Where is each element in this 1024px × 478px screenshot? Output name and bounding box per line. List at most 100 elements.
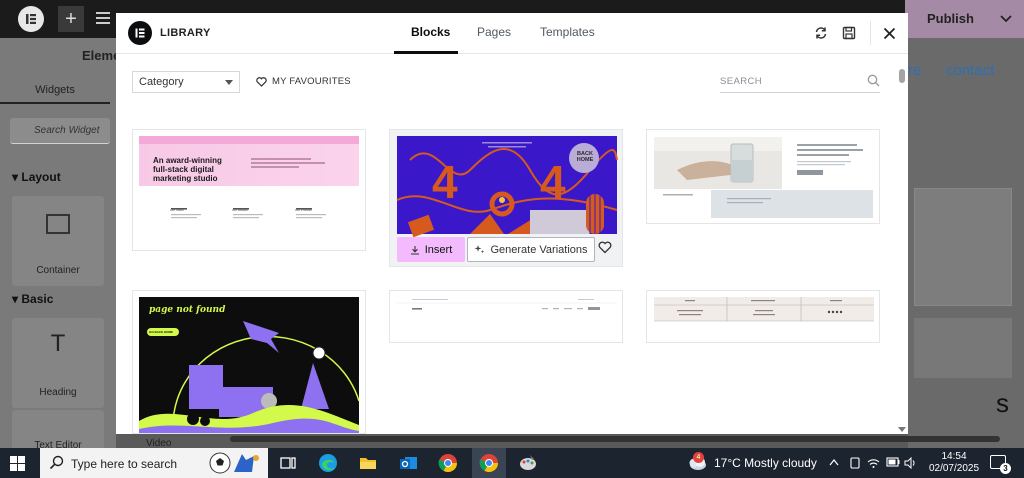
widget-container[interactable]: Container <box>12 196 104 286</box>
block-preview-water <box>654 137 873 218</box>
notification-center-icon[interactable]: 3 <box>990 455 1011 474</box>
weather-text: 17°C Mostly cloudy <box>714 456 817 470</box>
taskbar-search-box[interactable]: Type here to search <box>40 448 268 478</box>
chevron-down-icon <box>225 80 233 85</box>
block-card-footer-columns[interactable] <box>646 290 880 343</box>
tab-templates[interactable]: Templates <box>540 25 595 39</box>
go-back-home-mini-button: GO BACK HOME <box>149 330 173 334</box>
elementor-logo-icon[interactable] <box>18 6 44 32</box>
page-not-found-title: page not found <box>149 305 226 315</box>
canvas-heading-text: s <box>996 388 1009 418</box>
paint-palette-icon[interactable] <box>518 453 538 473</box>
insert-label: Insert <box>424 243 453 256</box>
header-divider <box>870 21 871 45</box>
panel-title: Eleme <box>82 48 121 63</box>
meet-now-icon[interactable] <box>849 457 861 472</box>
section-layout-heading[interactable]: ▾ Layout <box>12 170 61 184</box>
chevron-down-icon[interactable] <box>1000 0 1012 38</box>
widget-heading[interactable]: T Heading <box>12 318 104 408</box>
canvas-section-box <box>914 188 1012 306</box>
canvas-section-box-2 <box>914 318 1012 378</box>
marketing-col-2: Our Mission <box>232 208 249 212</box>
section-basic-heading[interactable]: ▾ Basic <box>12 292 53 306</box>
publish-label: Publish <box>927 11 974 26</box>
my-favourites-label: MY FAVOURITES <box>272 76 351 87</box>
canvas-horizontal-scrollbar[interactable] <box>230 436 1000 442</box>
clock-date: 02/07/2025 <box>928 463 980 474</box>
sync-icon[interactable] <box>812 24 830 42</box>
windows-taskbar: Type here to search 17°C Mostly cloudy 4… <box>0 448 1024 478</box>
active-tab-indicator <box>394 51 458 54</box>
canvas-nav-link: re <box>908 62 922 79</box>
tab-pages[interactable]: Pages <box>477 25 511 39</box>
canvas-nav-contact: contact <box>946 62 995 79</box>
battery-icon[interactable] <box>886 457 900 470</box>
elementor-logo-icon <box>128 21 152 45</box>
tab-widgets[interactable]: Widgets <box>0 78 110 104</box>
tab-blocks[interactable]: Blocks <box>411 25 450 39</box>
settings-sliders-icon[interactable] <box>96 12 110 26</box>
add-element-icon[interactable]: + <box>58 6 84 32</box>
block-preview-marketing <box>139 136 359 219</box>
insert-button[interactable]: Insert <box>397 237 465 262</box>
category-select[interactable]: Category <box>132 71 240 93</box>
block-card-header-nav[interactable] <box>389 290 623 343</box>
outlook-icon[interactable] <box>398 453 418 473</box>
library-title: LIBRARY <box>160 27 211 39</box>
scroll-down-arrow-icon[interactable] <box>898 427 906 432</box>
heart-icon <box>256 76 267 87</box>
marketing-col-1: Our Vision <box>170 208 184 212</box>
favourite-heart-icon[interactable] <box>598 241 612 259</box>
weather-badge: 4 <box>693 452 704 463</box>
heading-t-icon: T <box>50 330 66 357</box>
block-preview-footer <box>654 297 874 322</box>
close-icon[interactable] <box>880 24 898 42</box>
marketing-col-3: Our Process <box>295 208 312 212</box>
windows-start-icon[interactable] <box>10 456 25 471</box>
download-icon <box>410 245 419 255</box>
taskbar-clock[interactable]: 14:54 02/07/2025 <box>924 451 984 475</box>
library-modal: LIBRARY Blocks Pages Templates Category … <box>116 13 908 434</box>
my-favourites-filter[interactable]: MY FAVOURITES <box>256 76 351 87</box>
library-search-input[interactable]: SEARCH <box>720 73 880 93</box>
widget-container-label: Container <box>36 265 80 276</box>
svg-text:4: 4 <box>432 156 458 208</box>
widget-search-input[interactable]: Search Widget <box>10 118 110 144</box>
category-select-value: Category <box>139 76 184 88</box>
back-home-badge: BACK HOME <box>576 151 594 163</box>
edge-browser-icon[interactable] <box>318 453 338 473</box>
editor-side-panel: Eleme Widgets Search Widget ▾ Layout Con… <box>0 38 120 478</box>
taskbar-search-placeholder: Type here to search <box>71 457 178 471</box>
library-search-placeholder: SEARCH <box>720 76 762 87</box>
save-icon[interactable] <box>840 24 858 42</box>
publish-button[interactable]: Publish <box>905 0 1024 38</box>
search-icon <box>49 455 64 475</box>
svg-text:4: 4 <box>540 156 566 208</box>
block-card-water-glass[interactable] <box>646 129 880 224</box>
block-card-page-not-found[interactable]: page not found GO BACK HOME <box>132 290 366 434</box>
scrollbar-thumb[interactable] <box>899 69 905 83</box>
generate-variations-button[interactable]: Generate Variations <box>467 237 595 262</box>
widget-heading-label: Heading <box>39 387 77 398</box>
wifi-icon[interactable] <box>867 457 880 472</box>
ai-sparkle-icon <box>475 245 485 254</box>
chrome-icon[interactable] <box>438 453 458 473</box>
block-preview-header <box>397 299 617 310</box>
show-hidden-icons-icon[interactable] <box>829 457 839 469</box>
search-icon[interactable] <box>867 74 880 92</box>
chrome-profile-icon[interactable] <box>479 453 499 473</box>
library-header: LIBRARY Blocks Pages Templates <box>116 13 908 54</box>
container-icon <box>46 214 70 234</box>
notification-count-badge: 3 <box>1000 463 1011 474</box>
volume-icon[interactable] <box>904 456 917 472</box>
search-highlight-soccer-icon <box>209 452 259 474</box>
task-view-icon[interactable] <box>278 453 298 473</box>
generate-variations-label: Generate Variations <box>490 243 588 256</box>
library-vertical-scrollbar[interactable] <box>898 65 906 434</box>
file-explorer-icon[interactable] <box>358 453 378 473</box>
clock-time: 14:54 <box>941 451 967 462</box>
marketing-headline: An award-winning full-stack digital mark… <box>153 156 222 183</box>
editor-canvas-preview: re contact s <box>908 38 1024 448</box>
weather-widget[interactable]: 17°C Mostly cloudy <box>686 456 817 470</box>
block-card-marketing-studio[interactable]: An award-winning full-stack digital mark… <box>132 129 366 251</box>
